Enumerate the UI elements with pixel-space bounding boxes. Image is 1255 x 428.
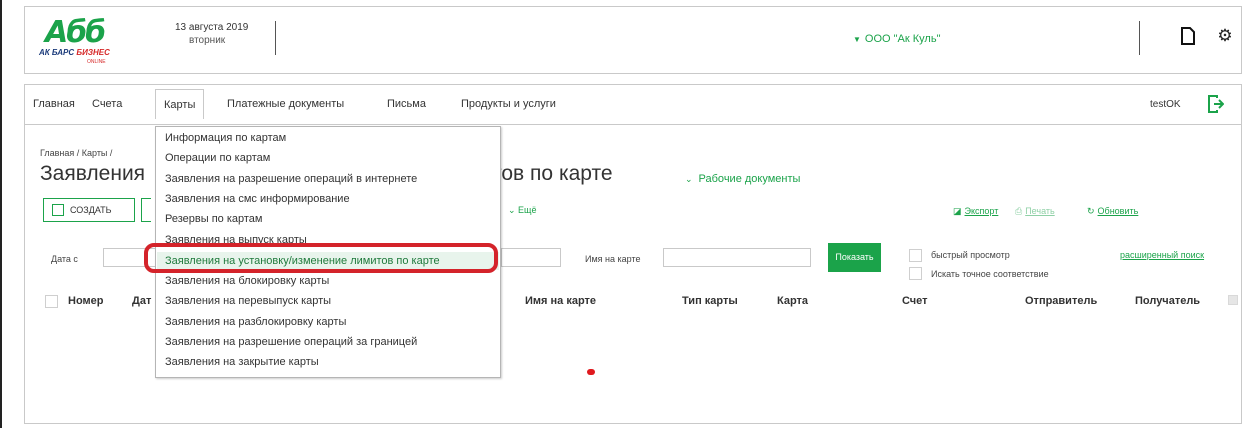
quick-view-label: быстрый просмотр xyxy=(931,250,1010,260)
column-card[interactable]: Карта xyxy=(777,295,808,307)
create-icon xyxy=(52,204,64,216)
quick-view-checkbox[interactable] xyxy=(909,249,922,262)
weekday-text: вторник xyxy=(189,35,226,46)
menu-item-card-reissue[interactable]: Заявления на перевыпуск карты xyxy=(165,295,331,307)
secondary-button[interactable] xyxy=(141,198,151,222)
column-sender[interactable]: Отправитель xyxy=(1025,295,1097,307)
bank-logo[interactable]: Абб АК БАРС БИЗНЕС ONLINE xyxy=(39,15,149,67)
printer-icon: ⎙ xyxy=(1015,206,1023,216)
refresh-label: Обновить xyxy=(1097,206,1139,216)
menu-item-sms-notifications[interactable]: Заявления на смс информирование xyxy=(165,193,350,205)
logo-mark: Абб xyxy=(45,15,106,50)
select-all-checkbox[interactable] xyxy=(45,295,58,308)
card-name-input[interactable] xyxy=(663,248,811,267)
menu-item-card-reserves[interactable]: Резервы по картам xyxy=(165,213,262,225)
logo-bank-name: АК БАРС xyxy=(39,48,75,57)
header-divider xyxy=(275,21,276,55)
exact-match-checkbox[interactable] xyxy=(909,267,922,280)
logo-business: БИЗНЕС xyxy=(76,48,110,57)
more-label: Ещё xyxy=(518,205,537,215)
column-card-name[interactable]: Имя на карте xyxy=(525,295,596,307)
triangle-down-icon: ▼ xyxy=(853,35,861,44)
menu-item-internet-operations[interactable]: Заявления на разрешение операций в интер… xyxy=(165,173,417,185)
create-button[interactable]: СОЗДАТЬ xyxy=(43,198,135,222)
gear-icon[interactable]: ⚙ xyxy=(1216,27,1234,45)
user-name[interactable]: testOK xyxy=(1150,99,1181,110)
header-divider-right xyxy=(1139,21,1140,55)
main-nav: Главная Счета Карты Платежные документы … xyxy=(24,84,1242,124)
page-title: Заявления xyxy=(40,162,146,185)
export-label: Экспорт xyxy=(964,206,999,216)
column-recipient[interactable]: Получатель xyxy=(1135,295,1200,307)
card-name-label: Имя на карте xyxy=(585,254,641,264)
nav-item-payments[interactable]: Платежные документы xyxy=(227,98,344,110)
column-card-type[interactable]: Тип карты xyxy=(682,295,738,307)
column-number[interactable]: Номер xyxy=(68,295,104,307)
organization-name: ООО "Ак Куль" xyxy=(864,33,941,45)
exact-match-label: Искать точное соответствие xyxy=(931,269,1049,279)
columns-settings-icon[interactable] xyxy=(1228,295,1238,305)
create-label: СОЗДАТЬ xyxy=(70,205,112,215)
menu-item-card-unblock[interactable]: Заявления на разблокировку карты xyxy=(165,316,346,328)
refresh-icon: ↻ xyxy=(1087,206,1095,216)
work-documents-label: Рабочие документы xyxy=(698,173,801,185)
show-button[interactable]: Показать xyxy=(828,243,881,272)
column-account[interactable]: Счет xyxy=(902,295,928,307)
date-from-label: Дата с xyxy=(51,254,78,264)
logo-text: АК БАРС БИЗНЕС xyxy=(39,48,110,57)
column-date[interactable]: Дат xyxy=(132,295,151,307)
date-text: 13 августа 2019 xyxy=(175,22,249,33)
nav-item-main[interactable]: Главная xyxy=(33,98,75,110)
export-link[interactable]: ◪ Экспорт xyxy=(953,206,998,217)
page-title-tail: тов по карте xyxy=(492,162,613,185)
nav-item-cards[interactable]: Карты xyxy=(155,89,205,119)
top-header: Абб АК БАРС БИЗНЕС ONLINE 13 августа 201… xyxy=(24,6,1242,74)
loading-indicator xyxy=(587,369,595,375)
menu-item-card-info[interactable]: Информация по картам xyxy=(165,132,286,144)
export-icon: ◪ xyxy=(953,206,962,216)
logout-icon[interactable] xyxy=(1208,95,1224,113)
nav-item-letters[interactable]: Письма xyxy=(387,98,426,110)
nav-item-accounts[interactable]: Счета xyxy=(92,98,122,110)
menu-item-abroad-operations[interactable]: Заявления на разрешение операций за гран… xyxy=(165,336,417,348)
nav-item-products[interactable]: Продукты и услуги xyxy=(461,98,556,110)
print-link[interactable]: ⎙ Печать xyxy=(1015,206,1055,217)
highlight-annotation-ring xyxy=(144,243,498,273)
organization-select[interactable]: ▼ ООО "Ак Куль" xyxy=(853,33,940,45)
advanced-search-link[interactable]: расширенный поиск xyxy=(1120,250,1204,260)
chevron-down-icon: ⌄ xyxy=(508,205,519,215)
menu-item-card-block[interactable]: Заявления на блокировку карты xyxy=(165,275,329,287)
breadcrumb[interactable]: Главная / Карты / xyxy=(40,148,112,158)
date-to-input[interactable] xyxy=(501,248,561,267)
menu-item-card-operations[interactable]: Операции по картам xyxy=(165,152,270,164)
logo-online: ONLINE xyxy=(87,59,106,65)
document-icon[interactable] xyxy=(1181,27,1195,45)
refresh-link[interactable]: ↻ Обновить xyxy=(1087,206,1138,217)
chevron-down-icon: ⌄ xyxy=(685,174,693,184)
print-label: Печать xyxy=(1025,206,1055,216)
menu-item-card-close[interactable]: Заявления на закрытие карты xyxy=(165,356,319,368)
more-menu[interactable]: ⌄ Ещё xyxy=(508,205,536,216)
work-documents-toggle[interactable]: ⌄ Рабочие документы xyxy=(685,173,800,185)
app-frame: Абб АК БАРС БИЗНЕС ONLINE 13 августа 201… xyxy=(0,0,1255,428)
current-date: 13 августа 2019 вторник xyxy=(175,21,248,47)
